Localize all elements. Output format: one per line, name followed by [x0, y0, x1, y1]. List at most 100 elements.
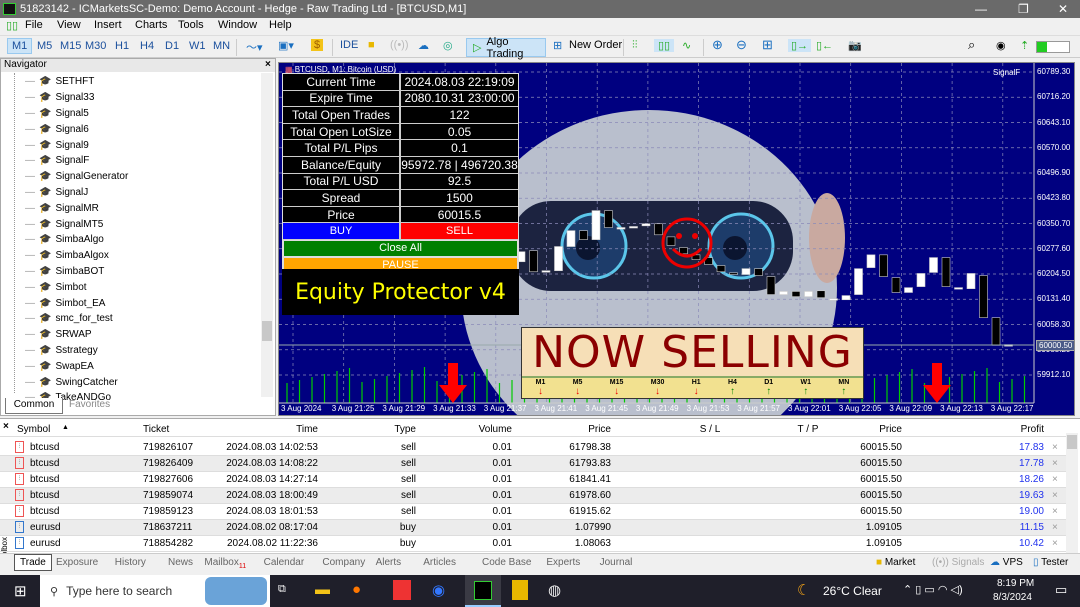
column-header[interactable]: Volume — [479, 424, 512, 435]
menu-insert[interactable]: Insert — [94, 19, 122, 31]
navigator-item[interactable]: — 🎓 Sstrategy — [25, 343, 98, 359]
bar-chart-icon[interactable]: ⫶⫶ — [632, 39, 638, 52]
grid-icon[interactable]: ⊞ — [762, 37, 773, 53]
close-position-icon[interactable]: × — [1052, 506, 1058, 517]
add-signal-icon[interactable]: ◎ — [443, 39, 453, 52]
tab-company[interactable]: Company — [322, 557, 365, 568]
table-row[interactable]: ⁝ btcusd 719827606 2024.08.03 14:27:14 sell 0… — [0, 472, 1066, 488]
sublime-icon[interactable] — [512, 580, 528, 600]
navigator-close-icon[interactable]: × — [265, 59, 271, 70]
menu-charts[interactable]: Charts — [135, 19, 167, 31]
screenshot-icon[interactable]: 📷 — [848, 39, 862, 52]
minimize-icon[interactable]: — — [975, 2, 987, 16]
navigator-item[interactable]: — 🎓 SRWAP — [25, 327, 92, 343]
autoscroll-icon[interactable]: ▯→ — [788, 39, 812, 52]
column-header[interactable]: S / L — [680, 424, 740, 435]
column-header[interactable]: Symbol — [17, 424, 50, 435]
close-position-icon[interactable]: × — [1052, 474, 1058, 485]
menu-view[interactable]: View — [57, 19, 81, 31]
tab-favorites[interactable]: Favorites — [69, 399, 110, 410]
close-position-icon[interactable]: × — [1052, 442, 1058, 453]
timeframe-h4[interactable]: H4 — [140, 40, 154, 52]
timeframe-mn[interactable]: MN — [213, 40, 230, 52]
tab-alerts[interactable]: Alerts — [376, 557, 402, 568]
vps-button[interactable]: ☁ VPS — [990, 557, 1023, 568]
column-header[interactable]: Type — [394, 424, 416, 435]
notification-icon[interactable]: ▭ — [1055, 582, 1067, 598]
buy-button[interactable]: BUY — [283, 223, 401, 239]
search-icon[interactable]: ⌕ — [968, 37, 975, 53]
column-header[interactable]: Price — [588, 424, 611, 435]
market-bag-icon[interactable]: ■ — [368, 39, 375, 51]
market-dollar-icon[interactable]: $ — [311, 39, 324, 51]
clock-date[interactable]: 8/3/2024 — [993, 592, 1032, 603]
windows-start-icon[interactable]: ⊞ — [14, 582, 27, 600]
table-row[interactable]: ⁝ eurusd 718854282 2024.08.02 11:22:36 buy 0.… — [0, 536, 1066, 552]
line-chart-icon[interactable]: ∿ — [682, 39, 691, 52]
timeframe-m30[interactable]: M30 — [85, 40, 106, 52]
menu-file[interactable]: File — [25, 19, 43, 31]
timeframe-m5[interactable]: M5 — [37, 40, 52, 52]
timeframe-m1[interactable]: M1 — [7, 38, 33, 54]
column-header[interactable]: Ticket — [143, 424, 169, 435]
tab-calendar[interactable]: Calendar — [264, 557, 305, 568]
navigator-item[interactable]: — 🎓 Signal6 — [25, 121, 89, 137]
navigator-item[interactable]: — 🎓 SETHFT — [25, 74, 94, 90]
candlestick-icon[interactable]: ▯▯ — [654, 39, 675, 52]
tab-exposure[interactable]: Exposure — [56, 557, 98, 568]
navigator-item[interactable]: — 🎓 SignalMR — [25, 200, 99, 216]
column-header[interactable]: Time — [296, 424, 318, 435]
file-explorer-icon[interactable]: ▬ — [315, 581, 330, 598]
ide-button[interactable]: IDE — [340, 39, 358, 51]
market-button[interactable]: ■ Market — [876, 557, 915, 568]
timeframe-h1[interactable]: H1 — [115, 40, 129, 52]
table-row[interactable]: ⁝ eurusd 718637211 2024.08.02 08:17:04 buy 0.… — [0, 520, 1066, 536]
chart-shift-icon[interactable]: ▯← — [816, 39, 833, 52]
toolbox-scrollbar[interactable] — [1066, 433, 1078, 553]
close-position-icon[interactable]: × — [1052, 538, 1058, 549]
navigator-item[interactable]: — 🎓 SignalMT5 — [25, 216, 103, 232]
navigator-item[interactable]: — 🎓 SignalGenerator — [25, 169, 128, 185]
navigator-item[interactable]: — 🎓 Signal9 — [25, 137, 89, 153]
timeframe-m15[interactable]: M15 — [60, 40, 81, 52]
navigator-item[interactable]: — 🎓 SignalF — [25, 153, 89, 169]
tab-trade[interactable]: Trade — [14, 554, 52, 571]
metatrader-taskbar-button[interactable] — [465, 575, 501, 607]
tester-button[interactable]: ▯ Tester — [1033, 557, 1068, 568]
table-row[interactable]: ⁝ btcusd 719859123 2024.08.03 18:01:53 sell 0… — [0, 504, 1066, 520]
signals-button[interactable]: ((•)) Signals — [932, 557, 984, 568]
navigator-item[interactable]: — 🎓 Signal33 — [25, 90, 94, 106]
timeframe-w1[interactable]: W1 — [189, 40, 206, 52]
vps-cloud-icon[interactable]: ☁ — [418, 39, 429, 52]
tab-experts[interactable]: Experts — [546, 557, 580, 568]
scrollbar-thumb[interactable] — [262, 321, 272, 341]
app-icon-2[interactable]: ◍ — [548, 581, 561, 599]
algo-trading-button[interactable]: ▷ Algo Trading — [466, 36, 546, 60]
indicators-icon[interactable]: ▣▾ — [278, 39, 294, 52]
navigator-item[interactable]: — 🎓 SignalJ — [25, 185, 88, 201]
column-header[interactable]: Profit — [1021, 424, 1044, 435]
table-row[interactable]: ⁝ btcusd 719826409 2024.08.03 14:08:22 sell 0… — [0, 456, 1066, 472]
new-order-button[interactable]: New Order — [569, 39, 622, 51]
clock-time[interactable]: 8:19 PM — [997, 578, 1034, 589]
timeframe-d1[interactable]: D1 — [165, 40, 179, 52]
tab-articles[interactable]: Articles — [423, 557, 456, 568]
menu-help[interactable]: Help — [269, 19, 292, 31]
column-header[interactable]: Price — [879, 424, 902, 435]
close-position-icon[interactable]: × — [1052, 490, 1058, 501]
tab-mailbox[interactable]: Mailbox11 — [204, 557, 246, 570]
navigator-item[interactable]: — 🎓 SimbaBOT — [25, 264, 104, 280]
chart-window[interactable]: ▦ BTCUSD, M1: Bitcoin (USD) SignalF 6078… — [278, 62, 1075, 416]
new-order-icon[interactable]: ⊞ — [553, 39, 562, 52]
navigator-item[interactable]: — 🎓 SimbaAlgo — [25, 232, 104, 248]
tray-icons[interactable]: ⌃ ▯ ▭ ◠ ◁) — [903, 583, 963, 596]
app-icon[interactable]: ◉ — [432, 581, 445, 599]
navigator-item[interactable]: — 🎓 Signal5 — [25, 106, 89, 122]
signals-icon[interactable]: ((•)) — [390, 39, 409, 51]
weather-text[interactable]: 26°C Clear — [823, 584, 882, 598]
anydesk-icon[interactable] — [393, 580, 411, 600]
menu-window[interactable]: Window — [218, 19, 257, 31]
navigator-item[interactable]: — 🎓 Simbot_EA — [25, 295, 105, 311]
account-icon[interactable]: ◉ — [996, 39, 1006, 52]
tab-common[interactable]: Common — [5, 398, 63, 414]
